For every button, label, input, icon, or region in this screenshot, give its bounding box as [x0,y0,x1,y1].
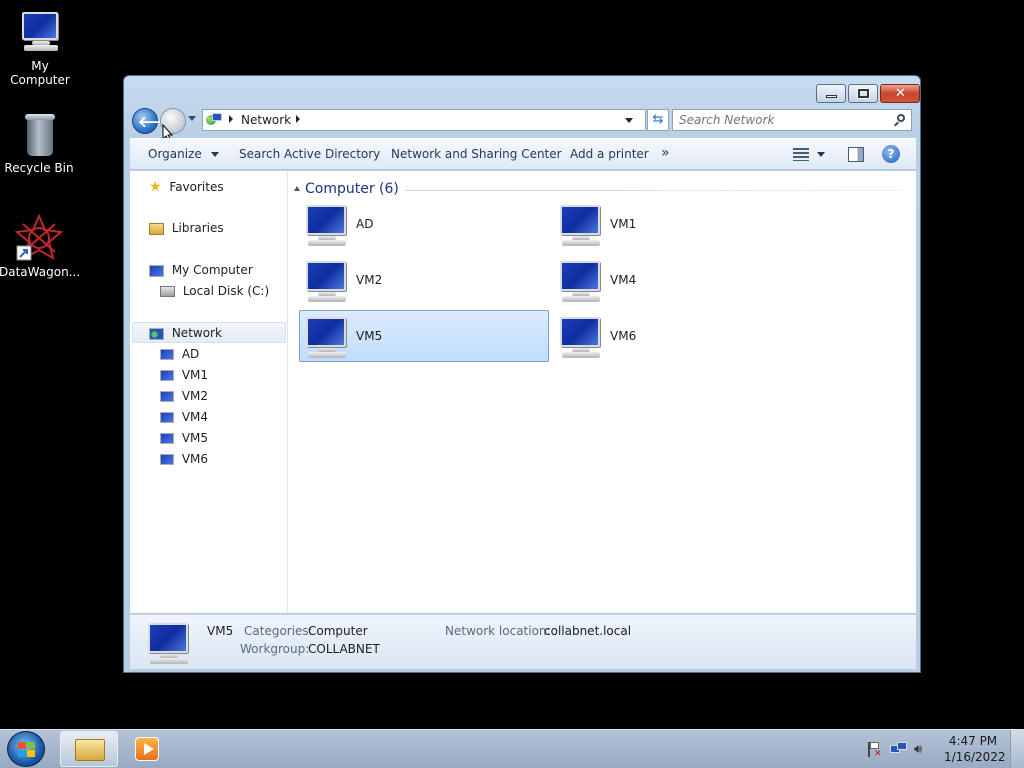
clock-date[interactable]: 1/16/2022 [944,750,1006,764]
view-icon [793,148,809,161]
computer-item-ad[interactable]: AD [299,198,549,250]
search-input[interactable] [679,112,884,128]
help-icon: ? [887,147,895,161]
taskbar-media-player-button[interactable] [132,735,162,763]
help-button[interactable]: ? [882,145,900,163]
preview-pane-button[interactable] [848,147,864,162]
computer-item-vm2[interactable]: VM2 [299,254,549,306]
organize-button[interactable]: Organize [148,147,219,161]
address-dropdown-icon[interactable] [625,118,633,123]
minimize-button[interactable] [816,84,846,103]
details-name: VM5 [207,624,234,638]
nav-network[interactable]: Network [149,326,222,340]
details-pane: VM5 Categories: Computer Workgroup: COLL… [130,614,916,669]
nav-network-vm5[interactable]: VM5 [160,431,208,445]
navigation-bar: 🡐 Network ⇆ [130,106,916,142]
nav-network-vm2[interactable]: VM2 [160,389,208,403]
nav-network-vm4[interactable]: VM4 [160,410,208,424]
nav-favorites[interactable]: ★ Favorites [149,179,224,195]
search-icon[interactable] [893,113,907,127]
close-button[interactable]: ✕ [880,84,920,103]
nav-network-ad[interactable]: AD [160,347,199,361]
media-player-icon [135,737,159,761]
drive-icon [160,286,175,297]
folder-icon [75,739,105,761]
computer-icon [160,433,174,444]
computer-icon [16,8,64,56]
start-button[interactable] [7,731,45,767]
datawagon-icon [14,213,64,262]
desktop-icon-label: My Computer [10,59,70,87]
nav-network-vm1[interactable]: VM1 [160,368,208,382]
star-icon: ★ [149,179,162,195]
details-workgroup-value: COLLABNET [308,642,380,656]
more-commands-button[interactable]: » [661,145,670,161]
details-categories-value: Computer [308,624,368,638]
address-bar[interactable]: Network [202,109,646,131]
computer-icon [160,370,174,381]
chevron-down-icon [817,152,825,157]
change-view-button[interactable] [791,146,831,164]
add-printer-button[interactable]: Add a printer [570,147,649,161]
maximize-button[interactable] [848,84,878,103]
taskbar-explorer-button[interactable] [60,731,118,767]
file-list: Computer (6) AD VM1 VM2 VM4 VM5 VM6 [289,171,916,613]
content-area: ★ Favorites Libraries My Computer Local … [130,171,916,613]
nav-libraries[interactable]: Libraries [149,221,224,235]
refresh-icon: ⇆ [652,112,664,127]
breadcrumb-chevron-icon[interactable] [229,115,233,123]
recent-pages-dropdown[interactable] [188,116,196,121]
desktop-icon-datawagon[interactable]: DataWagon... [0,213,81,279]
nav-my-computer[interactable]: My Computer [149,263,253,277]
show-desktop-button[interactable] [1010,730,1024,768]
computer-item-vm1[interactable]: VM1 [553,198,803,250]
windows-logo-icon [18,742,36,758]
network-tray-icon[interactable] [890,742,908,758]
computer-icon [160,349,174,360]
details-network-location-value: collabnet.local [544,624,632,638]
computer-icon [149,264,164,277]
desktop-icon-recycle-bin[interactable]: Recycle Bin [0,110,79,175]
computer-item-vm5[interactable]: VM5 [299,310,549,362]
details-categories-label: Categories: [244,624,313,638]
desktop-icon-label: Recycle Bin [4,161,74,175]
command-bar: Organize Search Active Directory Network… [130,138,916,170]
nav-local-disk[interactable]: Local Disk (C:) [160,284,269,298]
details-workgroup-label: Workgroup: [240,642,310,656]
back-button[interactable]: 🡐 [132,108,178,134]
refresh-button[interactable]: ⇆ [647,109,669,131]
network-icon [206,113,222,127]
breadcrumb-chevron-icon[interactable] [296,115,300,123]
breadcrumb-network[interactable]: Network [241,113,291,127]
group-collapse-icon[interactable] [294,186,300,191]
computer-item-vm4[interactable]: VM4 [553,254,803,306]
computer-icon [160,412,174,423]
taskbar: ✕ 🔊︎ 4:47 PM 1/16/2022 [0,729,1024,768]
computer-icon [160,391,174,402]
volume-icon[interactable]: 🔊︎ [914,742,932,758]
clock-time[interactable]: 4:47 PM [946,734,1000,748]
group-header[interactable]: Computer (6) [305,181,399,197]
search-active-directory-button[interactable]: Search Active Directory [239,147,380,161]
computer-icon [160,454,174,465]
recycle-bin-icon [15,110,63,158]
desktop-icon-label: DataWagon... [0,265,81,279]
nav-network-vm6[interactable]: VM6 [160,452,208,466]
desktop-icon-my-computer[interactable]: My Computer [0,8,80,87]
network-sharing-center-button[interactable]: Network and Sharing Center [391,147,562,161]
computer-item-vm6[interactable]: VM6 [553,310,803,362]
navigation-pane: ★ Favorites Libraries My Computer Local … [130,171,288,613]
group-divider [405,190,903,191]
network-icon [149,327,164,340]
action-center-icon[interactable]: ✕ [866,742,882,759]
explorer-window: ✕ 🡐 Network ⇆ Search Network Organize Se… [123,75,921,673]
close-icon: ✕ [895,86,906,101]
search-box[interactable] [672,109,912,131]
details-network-location-label: Network location: [445,624,551,638]
library-icon [149,222,164,235]
chevron-down-icon [210,152,219,157]
